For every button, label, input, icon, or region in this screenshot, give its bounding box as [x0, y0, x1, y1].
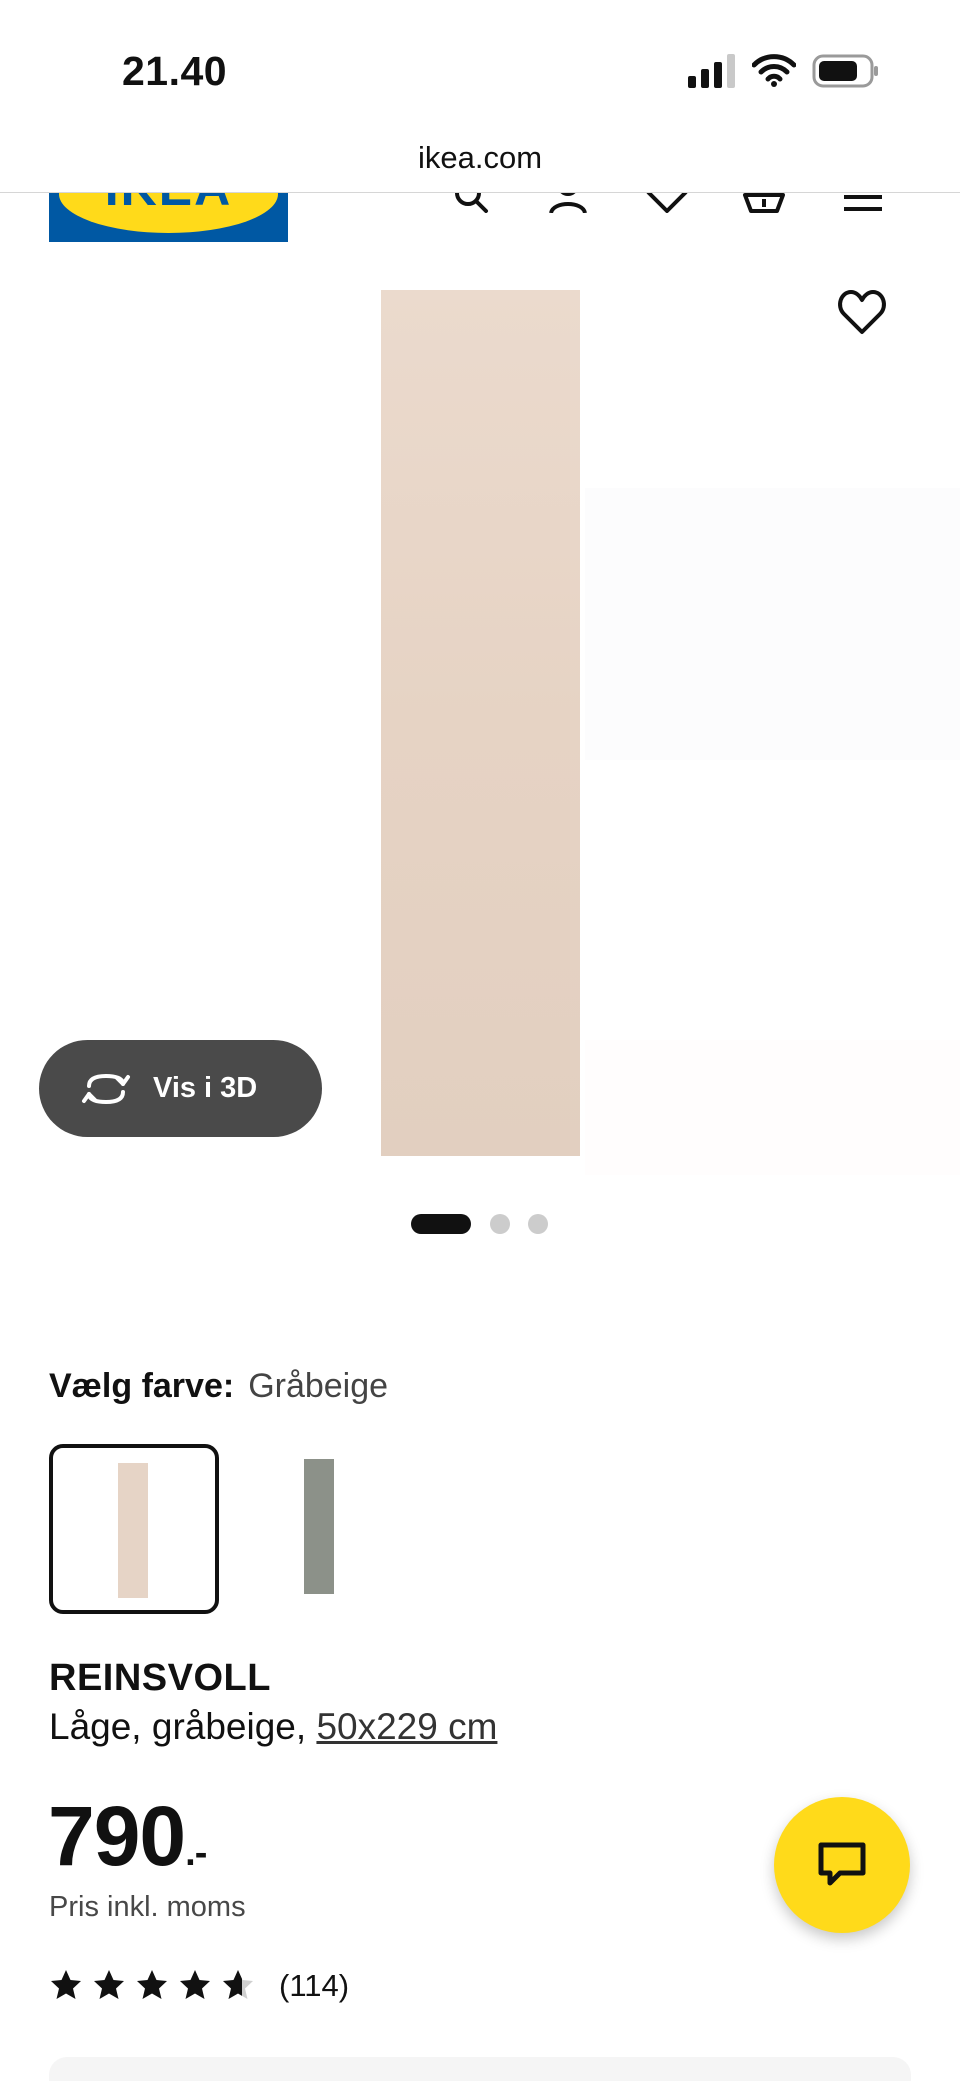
size-link[interactable]: 50x229 cm	[316, 1706, 497, 1747]
ikea-logo[interactable]: IKEA	[49, 193, 288, 242]
status-bar: 21.40 ikea.com	[0, 0, 960, 175]
gallery-next-image-edge	[585, 488, 960, 760]
color-selector-row: Vælg farve: Gråbeige	[49, 1367, 388, 1406]
star-icon	[51, 1970, 81, 1999]
search-icon[interactable]	[446, 193, 496, 213]
color-swatch-grabeige[interactable]	[49, 1444, 219, 1614]
url-bar[interactable]: ikea.com	[0, 140, 960, 176]
account-icon[interactable]	[543, 193, 593, 213]
logo-text: IKEA	[49, 193, 288, 217]
rotate-3d-icon	[82, 1073, 130, 1104]
pager-dot[interactable]	[490, 1214, 510, 1234]
product-name: REINSVOLL	[49, 1657, 271, 1699]
heart-icon[interactable]	[836, 288, 888, 338]
wishlist-icon[interactable]	[642, 193, 692, 213]
product-image-door[interactable]	[381, 290, 580, 1156]
status-time: 21.40	[122, 48, 228, 94]
cart-icon[interactable]	[739, 193, 789, 213]
star-icon	[94, 1970, 124, 1999]
color-label: Vælg farve:	[49, 1367, 235, 1405]
pager-dot-active[interactable]	[411, 1214, 471, 1234]
swatch-image	[304, 1459, 334, 1594]
price-note: Pris inkl. moms	[49, 1891, 246, 1923]
pager-dot[interactable]	[528, 1214, 548, 1234]
signal-icon	[688, 54, 735, 88]
price-value: 790	[48, 1789, 186, 1883]
chat-button[interactable]	[774, 1797, 910, 1933]
product-price: 790.-	[48, 1788, 207, 1885]
price-suffix: .-	[185, 1832, 207, 1874]
swatch-image	[118, 1463, 148, 1598]
info-card[interactable]	[49, 2057, 911, 2081]
wifi-icon	[752, 54, 796, 87]
product-description-text: Låge, gråbeige,	[49, 1706, 317, 1747]
color-value: Gråbeige	[248, 1367, 389, 1405]
star-icon	[180, 1970, 210, 1999]
battery-icon	[812, 54, 878, 88]
star-half-icon	[223, 1970, 253, 1999]
view-3d-button[interactable]: Vis i 3D	[39, 1040, 322, 1137]
star-icon	[137, 1970, 167, 1999]
view-3d-label: Vis i 3D	[153, 1072, 258, 1104]
menu-icon[interactable]	[838, 193, 888, 213]
product-description: Låge, gråbeige, 50x229 cm	[49, 1706, 497, 1748]
color-swatch-green[interactable]	[239, 1444, 409, 1614]
chat-icon	[818, 1842, 866, 1886]
review-count[interactable]: (114)	[279, 1968, 349, 2004]
gallery-next-image-edge-lower	[585, 1040, 960, 1175]
